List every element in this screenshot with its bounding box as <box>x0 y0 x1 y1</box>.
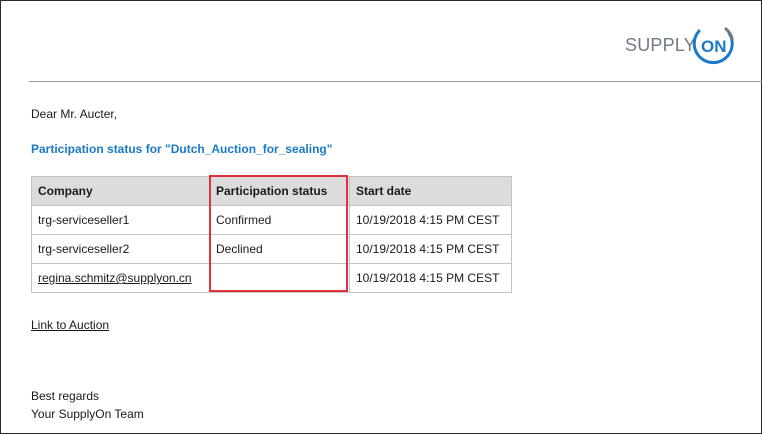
logo-accent: ON <box>701 37 727 56</box>
closing-regards: Best regards <box>31 389 100 403</box>
status-cell: Declined <box>209 234 350 264</box>
greeting: Dear Mr. Aucter, <box>31 107 118 121</box>
supplyon-logo: SUPPLY ON <box>625 23 741 67</box>
column-header-company: Company <box>31 176 210 206</box>
start-date-cell: 10/19/2018 4:15 PM CEST <box>349 234 512 264</box>
column-header-start-date: Start date <box>349 176 512 206</box>
column-header-participation-status: Participation status <box>209 176 350 206</box>
status-heading: Participation status for "Dutch_Auction_… <box>31 142 333 156</box>
start-date-cell: 10/19/2018 4:15 PM CEST <box>349 205 512 235</box>
email-body: SUPPLY ON Dear Mr. Aucter, Participation… <box>0 0 762 434</box>
closing-signature: Your SupplyOn Team <box>31 407 144 421</box>
table-header-row: Company Participation status Start date <box>31 176 512 206</box>
status-cell: Confirmed <box>209 205 350 235</box>
company-cell: trg-serviceseller1 <box>31 205 210 235</box>
logo-text: SUPPLY <box>625 35 696 55</box>
table-row: trg-serviceseller2 Declined 10/19/2018 4… <box>31 234 512 264</box>
email-link[interactable]: regina.schmitz@supplyon.cn <box>38 271 192 285</box>
start-date-cell: 10/19/2018 4:15 PM CEST <box>349 263 512 293</box>
status-cell <box>209 263 350 293</box>
company-cell: trg-serviceseller2 <box>31 234 210 264</box>
header-divider <box>29 81 762 82</box>
logo-ring-icon: ON <box>692 27 734 65</box>
participation-table: Company Participation status Start date … <box>31 176 512 293</box>
table-row: regina.schmitz@supplyon.cn 10/19/2018 4:… <box>31 263 512 293</box>
link-to-auction[interactable]: Link to Auction <box>31 318 109 332</box>
company-cell: regina.schmitz@supplyon.cn <box>31 263 210 293</box>
table-row: trg-serviceseller1 Confirmed 10/19/2018 … <box>31 205 512 235</box>
